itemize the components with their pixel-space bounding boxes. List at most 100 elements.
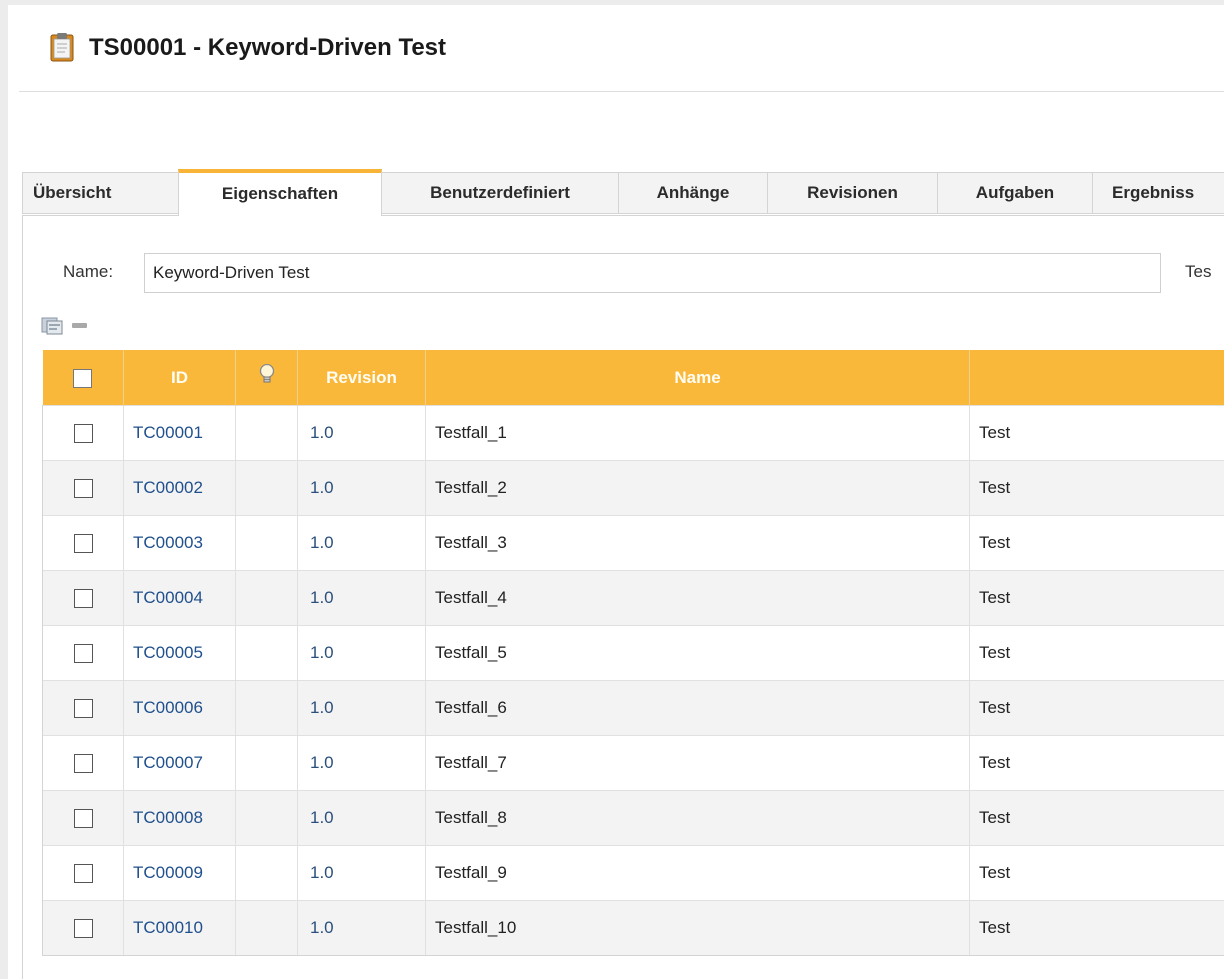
row-hint-cell <box>235 735 298 791</box>
table-row[interactable]: TC00008 1.0 Testfall_8 Test <box>42 790 1224 846</box>
row-name: Testfall_9 <box>425 845 970 901</box>
row-checkbox[interactable] <box>73 919 93 938</box>
row-select-cell <box>42 790 124 846</box>
row-name: Testfall_7 <box>425 735 970 791</box>
table-header-row: ID Revision Name <box>42 350 1224 406</box>
row-id-link[interactable]: TC00009 <box>123 845 236 901</box>
row-select-cell <box>42 570 124 626</box>
row-name: Testfall_5 <box>425 625 970 681</box>
row-revision: 1.0 <box>297 845 426 901</box>
row-revision: 1.0 <box>297 790 426 846</box>
table-row[interactable]: TC00004 1.0 Testfall_4 Test <box>42 570 1224 626</box>
row-id-link[interactable]: TC00010 <box>123 900 236 956</box>
add-testcase-icon[interactable] <box>41 315 65 335</box>
column-header-revision[interactable]: Revision <box>297 350 426 406</box>
row-select-cell <box>42 625 124 681</box>
row-checkbox[interactable] <box>73 479 93 498</box>
table-row[interactable]: TC00010 1.0 Testfall_10 Test <box>42 900 1224 956</box>
row-id-link[interactable]: TC00004 <box>123 570 236 626</box>
select-all-checkbox[interactable] <box>73 368 93 388</box>
row-id-link[interactable]: TC00001 <box>123 405 236 461</box>
main-panel: TS00001 - Keyword-Driven Test Übersicht … <box>8 5 1224 979</box>
row-hint-cell <box>235 515 298 571</box>
column-header-name[interactable]: Name <box>425 350 970 406</box>
row-extra: Test <box>969 515 1224 571</box>
table-row[interactable]: TC00009 1.0 Testfall_9 Test <box>42 845 1224 901</box>
name-input[interactable] <box>144 253 1161 293</box>
row-checkbox[interactable] <box>73 699 93 718</box>
side-field-label: Tes <box>1185 262 1212 281</box>
row-checkbox[interactable] <box>73 754 93 773</box>
title-divider <box>19 91 1224 92</box>
row-extra: Test <box>969 625 1224 681</box>
tab-uebersicht[interactable]: Übersicht <box>22 172 179 214</box>
row-id-link[interactable]: TC00008 <box>123 790 236 846</box>
row-extra: Test <box>969 570 1224 626</box>
row-name: Testfall_6 <box>425 680 970 736</box>
column-header-extra[interactable] <box>969 350 1224 406</box>
row-revision: 1.0 <box>297 680 426 736</box>
row-revision: 1.0 <box>297 405 426 461</box>
page-title: TS00001 - Keyword-Driven Test <box>89 34 447 61</box>
row-extra: Test <box>969 790 1224 846</box>
table-row[interactable]: TC00002 1.0 Testfall_2 Test <box>42 460 1224 516</box>
row-revision: 1.0 <box>297 570 426 626</box>
remove-minus-icon[interactable] <box>72 323 87 328</box>
row-select-cell <box>42 845 124 901</box>
tab-benutzerdefiniert[interactable]: Benutzerdefiniert <box>381 172 619 214</box>
row-select-cell <box>42 405 124 461</box>
row-name: Testfall_3 <box>425 515 970 571</box>
row-hint-cell <box>235 900 298 956</box>
column-header-hint[interactable] <box>235 350 298 406</box>
row-revision: 1.0 <box>297 735 426 791</box>
tab-anhaenge[interactable]: Anhänge <box>618 172 768 214</box>
tab-ergebnisse[interactable]: Ergebniss <box>1092 172 1224 214</box>
row-checkbox[interactable] <box>73 809 93 828</box>
row-name: Testfall_10 <box>425 900 970 956</box>
name-label: Name: <box>63 262 114 281</box>
row-id-link[interactable]: TC00007 <box>123 735 236 791</box>
row-name: Testfall_8 <box>425 790 970 846</box>
clipboard-icon <box>50 33 74 62</box>
row-revision: 1.0 <box>297 625 426 681</box>
tab-aufgaben[interactable]: Aufgaben <box>937 172 1093 214</box>
tab-bar: Übersicht Eigenschaften Benutzerdefinier… <box>22 169 1224 216</box>
row-hint-cell <box>235 570 298 626</box>
row-checkbox[interactable] <box>73 644 93 663</box>
table-row[interactable]: TC00006 1.0 Testfall_6 Test <box>42 680 1224 736</box>
row-hint-cell <box>235 625 298 681</box>
row-revision: 1.0 <box>297 515 426 571</box>
row-select-cell <box>42 900 124 956</box>
tab-eigenschaften[interactable]: Eigenschaften <box>178 169 382 216</box>
row-id-link[interactable]: TC00002 <box>123 460 236 516</box>
row-checkbox[interactable] <box>73 589 93 608</box>
row-extra: Test <box>969 900 1224 956</box>
row-checkbox[interactable] <box>73 864 93 883</box>
table-row[interactable]: TC00003 1.0 Testfall_3 Test <box>42 515 1224 571</box>
table-row[interactable]: TC00005 1.0 Testfall_5 Test <box>42 625 1224 681</box>
row-extra: Test <box>969 680 1224 736</box>
tab-revisionen[interactable]: Revisionen <box>767 172 938 214</box>
row-id-link[interactable]: TC00005 <box>123 625 236 681</box>
lightbulb-icon <box>259 363 274 382</box>
row-name: Testfall_1 <box>425 405 970 461</box>
row-id-link[interactable]: TC00006 <box>123 680 236 736</box>
row-extra: Test <box>969 845 1224 901</box>
row-revision: 1.0 <box>297 900 426 956</box>
row-hint-cell <box>235 460 298 516</box>
row-hint-cell <box>235 790 298 846</box>
table-body: TC00001 1.0 Testfall_1 Test TC00002 1.0 Testfa… <box>42 405 1224 956</box>
testcase-table: ID Revision Name TC00001 1.0 Testfall_1 Tes… <box>42 350 1224 956</box>
row-checkbox[interactable] <box>73 534 93 553</box>
row-id-link[interactable]: TC00003 <box>123 515 236 571</box>
row-checkbox[interactable] <box>73 424 93 443</box>
table-row[interactable]: TC00001 1.0 Testfall_1 Test <box>42 405 1224 461</box>
row-hint-cell <box>235 405 298 461</box>
row-select-cell <box>42 515 124 571</box>
row-extra: Test <box>969 405 1224 461</box>
row-hint-cell <box>235 680 298 736</box>
column-header-id[interactable]: ID <box>123 350 236 406</box>
row-hint-cell <box>235 845 298 901</box>
row-name: Testfall_2 <box>425 460 970 516</box>
table-row[interactable]: TC00007 1.0 Testfall_7 Test <box>42 735 1224 791</box>
